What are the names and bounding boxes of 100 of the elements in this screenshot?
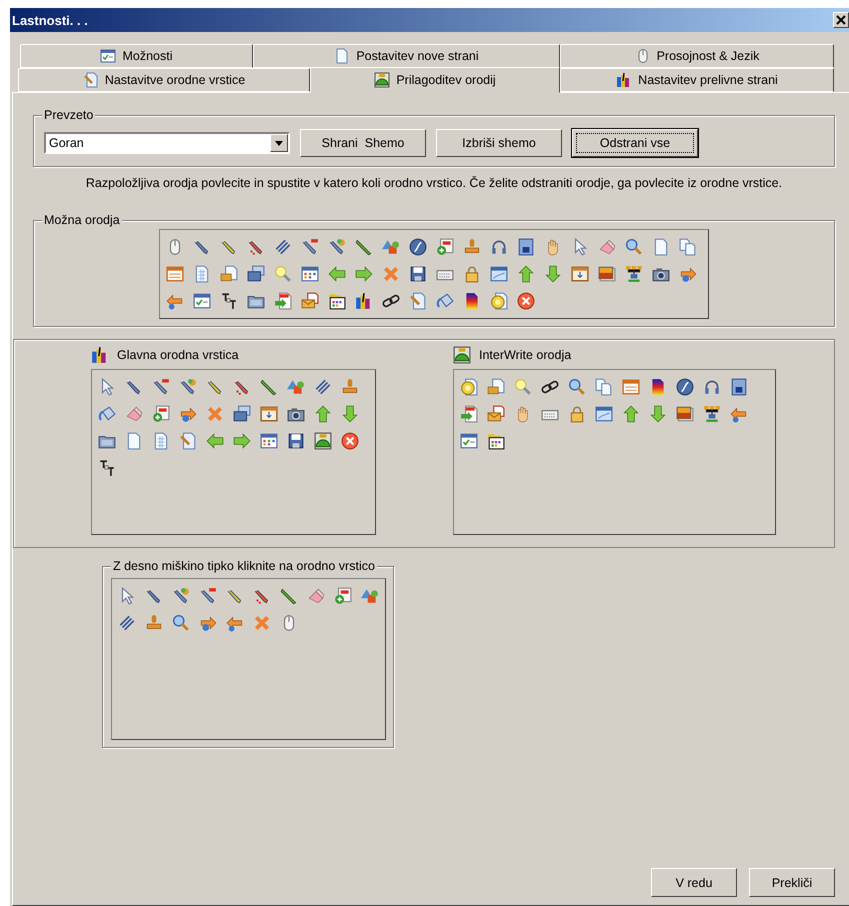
screen-icon[interactable] bbox=[730, 378, 748, 396]
network-icon[interactable] bbox=[703, 405, 721, 423]
lock-icon[interactable] bbox=[568, 405, 586, 423]
tab[interactable]: Prosojnost & Jezik bbox=[560, 44, 834, 68]
pen-icon[interactable] bbox=[193, 238, 211, 256]
calendar-icon[interactable] bbox=[166, 265, 184, 283]
pages-icon[interactable] bbox=[595, 378, 613, 396]
magnifier-icon[interactable] bbox=[625, 238, 643, 256]
headphones-icon[interactable] bbox=[703, 378, 721, 396]
page-arrow-icon[interactable] bbox=[460, 405, 478, 423]
add-page-icon[interactable] bbox=[334, 587, 352, 605]
spell-pen-icon[interactable] bbox=[152, 378, 170, 396]
pen-icon[interactable] bbox=[145, 587, 163, 605]
marker-icon[interactable] bbox=[253, 587, 271, 605]
lines-icon[interactable] bbox=[314, 378, 332, 396]
tab[interactable]: Prilagoditev orodij bbox=[310, 67, 560, 93]
eraser-icon[interactable] bbox=[598, 238, 616, 256]
protractor-icon[interactable] bbox=[314, 432, 332, 450]
page-arrow-icon[interactable] bbox=[274, 292, 292, 310]
felt-pen-icon[interactable] bbox=[260, 378, 278, 396]
arrow-down-icon[interactable] bbox=[649, 405, 667, 423]
stamp-icon[interactable] bbox=[341, 378, 359, 396]
eraser-icon[interactable] bbox=[125, 405, 143, 423]
arrow-left-icon[interactable] bbox=[206, 432, 224, 450]
eraser-icon[interactable] bbox=[307, 587, 325, 605]
window-check-icon[interactable] bbox=[460, 432, 478, 450]
refresh-icon[interactable] bbox=[730, 405, 748, 423]
image-icon[interactable] bbox=[598, 265, 616, 283]
envelope-icon[interactable] bbox=[301, 292, 319, 310]
highlighter-icon[interactable] bbox=[226, 587, 244, 605]
magnifier-icon[interactable] bbox=[172, 614, 190, 632]
arrow-left-icon[interactable] bbox=[328, 265, 346, 283]
arrow-down-icon[interactable] bbox=[544, 265, 562, 283]
arrow-up-icon[interactable] bbox=[314, 405, 332, 423]
marker-icon[interactable] bbox=[247, 238, 265, 256]
pages-icon[interactable] bbox=[679, 238, 697, 256]
grid-page-icon[interactable] bbox=[193, 265, 211, 283]
image-icon[interactable] bbox=[676, 405, 694, 423]
stamp-icon[interactable] bbox=[145, 614, 163, 632]
tab[interactable]: Možnosti bbox=[20, 44, 253, 68]
globe-icon[interactable] bbox=[409, 238, 427, 256]
page-icon[interactable] bbox=[125, 432, 143, 450]
window-check-icon[interactable] bbox=[193, 292, 211, 310]
close-button[interactable] bbox=[833, 12, 849, 28]
calendar-folder-icon[interactable] bbox=[328, 292, 346, 310]
arrow-up-icon[interactable] bbox=[622, 405, 640, 423]
dialog-button[interactable]: V redu bbox=[651, 868, 737, 897]
scheme-button[interactable]: Izbriši shemo bbox=[436, 129, 562, 157]
marker-icon[interactable] bbox=[233, 378, 251, 396]
paint-bucket-icon[interactable] bbox=[436, 292, 454, 310]
arrow-down-icon[interactable] bbox=[341, 405, 359, 423]
lines-icon[interactable] bbox=[274, 238, 292, 256]
grid-page-icon[interactable] bbox=[152, 432, 170, 450]
frame-icon[interactable] bbox=[571, 265, 589, 283]
window-icon[interactable] bbox=[595, 405, 613, 423]
refresh-icon[interactable] bbox=[679, 265, 697, 283]
spell-pen-icon[interactable] bbox=[301, 238, 319, 256]
lines-icon[interactable] bbox=[118, 614, 136, 632]
tab[interactable]: Postavitev nove strani bbox=[253, 44, 560, 68]
arrow-right-icon[interactable] bbox=[355, 265, 373, 283]
shapes-icon[interactable] bbox=[287, 378, 305, 396]
cancel-icon[interactable] bbox=[517, 292, 535, 310]
dialog-button[interactable]: Prekliči bbox=[749, 868, 835, 897]
window-grid-icon[interactable] bbox=[301, 265, 319, 283]
shapes-icon[interactable] bbox=[382, 238, 400, 256]
highlighter-icon[interactable] bbox=[220, 238, 238, 256]
calendar-icon[interactable] bbox=[622, 378, 640, 396]
headphones-icon[interactable] bbox=[490, 238, 508, 256]
lock-icon[interactable] bbox=[463, 265, 481, 283]
globe-icon[interactable] bbox=[676, 378, 694, 396]
scheme-button[interactable]: Odstrani vse bbox=[572, 129, 698, 157]
images-icon[interactable] bbox=[247, 265, 265, 283]
refresh-icon[interactable] bbox=[166, 292, 184, 310]
color-pen-icon[interactable] bbox=[172, 587, 190, 605]
felt-pen-icon[interactable] bbox=[280, 587, 298, 605]
network-icon[interactable] bbox=[625, 265, 643, 283]
calendar-folder-icon[interactable] bbox=[487, 432, 505, 450]
scheme-dropdown[interactable]: Goran bbox=[44, 132, 290, 154]
link-icon[interactable] bbox=[382, 292, 400, 310]
shapes-icon[interactable] bbox=[361, 587, 379, 605]
page-icon[interactable] bbox=[652, 238, 670, 256]
page-image-icon[interactable] bbox=[487, 378, 505, 396]
refresh-icon[interactable] bbox=[199, 614, 217, 632]
add-page-icon[interactable] bbox=[152, 405, 170, 423]
pen-icon[interactable] bbox=[125, 378, 143, 396]
tab[interactable]: Nastavitve orodne vrstice bbox=[18, 68, 310, 92]
stamp-icon[interactable] bbox=[463, 238, 481, 256]
cancel-icon[interactable] bbox=[341, 432, 359, 450]
add-page-icon[interactable] bbox=[436, 238, 454, 256]
spell-pen-icon[interactable] bbox=[199, 587, 217, 605]
refresh-icon[interactable] bbox=[179, 405, 197, 423]
refresh-icon[interactable] bbox=[226, 614, 244, 632]
window-grid-icon[interactable] bbox=[260, 432, 278, 450]
frame-icon[interactable] bbox=[260, 405, 278, 423]
page-wrench-icon[interactable] bbox=[409, 292, 427, 310]
envelope-icon[interactable] bbox=[487, 405, 505, 423]
felt-pen-icon[interactable] bbox=[355, 238, 373, 256]
color-pen-icon[interactable] bbox=[179, 378, 197, 396]
tab[interactable]: Nastavitev prelivne strani bbox=[560, 68, 834, 92]
arrow-up-icon[interactable] bbox=[517, 265, 535, 283]
